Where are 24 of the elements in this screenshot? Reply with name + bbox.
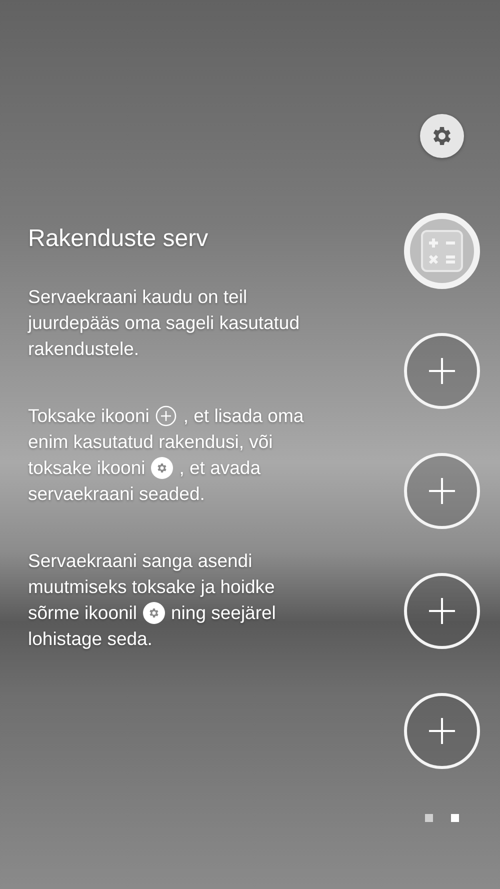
add-icon <box>428 717 456 745</box>
calculator-icon <box>420 229 464 273</box>
instruction-text: enim kasutatud rakendusi, või <box>28 430 273 454</box>
settings-button[interactable] <box>420 114 464 158</box>
instruction-text: muutmiseks toksake ja hoidke <box>28 575 275 599</box>
add-icon <box>428 477 456 505</box>
instruction-text: ning seejärel <box>171 601 276 625</box>
instruction-text: sõrme ikoonil <box>28 601 137 625</box>
instruction-text: rakendustele. <box>28 337 140 361</box>
instruction-text: servaekraani seaded. <box>28 482 205 506</box>
instruction-text: toksake ikooni <box>28 456 146 480</box>
instruction-text: lohistage seda. <box>28 627 152 651</box>
instruction-text: Toksake ikooni <box>28 404 150 428</box>
settings-icon <box>151 457 174 479</box>
settings-icon <box>143 602 165 624</box>
instruction-text: , et avada <box>179 456 260 480</box>
instruction-text: , et lisada oma <box>183 404 304 428</box>
add-icon <box>428 597 456 625</box>
add-icon <box>155 405 178 427</box>
panel-title: Rakenduste serv <box>28 224 210 254</box>
add-icon <box>428 357 456 385</box>
instruction-text: Servaekraani kaudu on teil <box>28 285 248 309</box>
instruction-text: juurdepääs oma sageli kasutatud <box>28 311 300 335</box>
instruction-text: Servaekraani sanga asendi <box>28 549 252 573</box>
